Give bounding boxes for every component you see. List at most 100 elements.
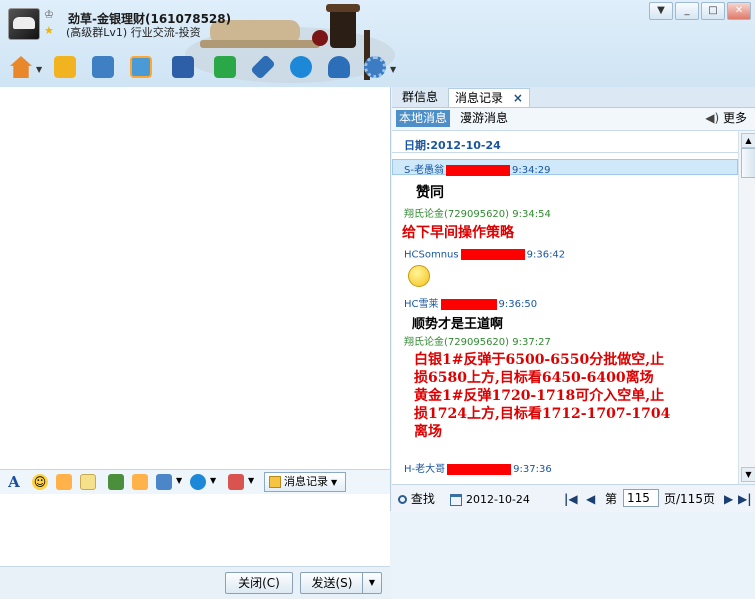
chat-panel: A ☺ ▼ ▼ ▼ 消息记录 ▼ 关闭(C) 发送(S) ▼ <box>0 87 391 599</box>
page-prefix: 第 <box>605 492 618 506</box>
home-icon <box>10 56 32 78</box>
send-button[interactable]: 发送(S) <box>300 572 363 594</box>
chevron-down-icon[interactable]: ▼ <box>248 476 254 485</box>
font-button[interactable]: A <box>6 474 22 490</box>
qzone-share-button[interactable] <box>190 474 206 490</box>
message-input[interactable] <box>0 494 390 566</box>
album-button[interactable] <box>126 52 156 82</box>
redacted-block <box>447 463 512 475</box>
chevron-down-icon: ▼ <box>331 478 338 487</box>
gear-icon <box>364 56 386 78</box>
message-header: 翔氏论金(729095620) 9:34:54 <box>404 205 551 220</box>
search-label: 查找 <box>410 492 435 506</box>
date-picker[interactable]: 2012-10-24 <box>450 491 530 508</box>
message-record-button[interactable]: 消息记录 ▼ <box>264 472 346 492</box>
emoji-button[interactable]: ☺ <box>32 474 48 490</box>
chevron-up-icon: ▲ <box>745 136 752 145</box>
message-header: HC雪莱 9:36:50 <box>404 295 537 310</box>
record-icon <box>269 476 281 488</box>
tab-message-record[interactable]: 消息记录 × <box>448 88 530 107</box>
message-text-line: 黄金1#反弹1720-1718可介入空单,止 <box>414 388 665 404</box>
more-tools-button[interactable] <box>360 52 390 82</box>
date-value: 2012-10-24 <box>466 493 530 506</box>
app-icon <box>172 56 194 78</box>
group-type-icon: ♔ <box>44 8 54 21</box>
window-subtitle: (高级群Lv1) 行业交流-投资 <box>66 26 201 39</box>
block-button[interactable] <box>228 474 244 490</box>
send-bar: 关闭(C) 发送(S) ▼ <box>0 566 390 599</box>
message-header: HCSomnus 9:36:42 <box>404 249 565 261</box>
maximize-button[interactable]: □ <box>701 2 725 20</box>
star-icon: ★ <box>44 24 54 37</box>
message-text: 顺势才是王道啊 <box>412 317 504 332</box>
send-options-button[interactable]: ▼ <box>362 572 382 594</box>
scrollbar[interactable]: ▲ ▼ <box>738 131 755 484</box>
last-page-button[interactable]: ▶| <box>738 491 752 507</box>
screenshot-button[interactable] <box>156 474 172 490</box>
message-sender: 翔氏论金(729095620) <box>404 337 510 348</box>
tab-roaming-messages[interactable]: 漫游消息 <box>460 110 508 127</box>
close-icon[interactable]: × <box>513 91 523 105</box>
close-button[interactable]: 关闭(C) <box>225 572 293 594</box>
side-panel: 群信息 消息记录 × 本地消息 漫游消息 ◀) 更多 日期:2012-10-24… <box>392 87 755 512</box>
chevron-down-icon[interactable]: ▼ <box>390 65 396 74</box>
page-total: 页/115页 <box>664 492 715 506</box>
menu-button[interactable]: ▼ <box>649 2 673 20</box>
scroll-down-button[interactable]: ▼ <box>741 467 755 482</box>
folder-icon <box>54 56 76 78</box>
search-button[interactable]: 查找 <box>398 491 435 507</box>
chevron-down-icon[interactable]: ▼ <box>36 65 42 74</box>
image-button[interactable] <box>108 474 124 490</box>
app-button[interactable] <box>168 52 198 82</box>
notes-icon <box>92 56 114 78</box>
message-sender: S-老愚翁 <box>404 165 444 176</box>
grin-emoji-icon <box>408 265 430 287</box>
more-button[interactable]: ◀) 更多 <box>705 110 747 127</box>
chevron-down-icon: ▼ <box>745 470 752 479</box>
input-toolbar: A ☺ ▼ ▼ ▼ 消息记录 ▼ <box>0 469 390 495</box>
message-text: 给下早间操作策略 <box>402 225 514 241</box>
message-header: H-老大哥 9:37:36 <box>404 460 552 475</box>
message-record-list[interactable]: 日期:2012-10-24 S-老愚翁 9:34:29 赞同 翔氏论金(72909… <box>392 131 738 484</box>
message-time: 9:36:50 <box>498 299 538 310</box>
scroll-up-button[interactable]: ▲ <box>741 133 755 148</box>
chat-history-area[interactable] <box>0 87 390 469</box>
next-page-button[interactable]: ▶ <box>724 491 733 507</box>
first-page-icon: |◀ <box>564 492 578 506</box>
home-button[interactable] <box>6 52 36 82</box>
message-header: 翔氏论金(729095620) 9:37:27 <box>404 333 551 348</box>
group-office-button[interactable] <box>210 52 240 82</box>
redacted-block <box>460 249 525 260</box>
message-sender: HC雪莱 <box>404 299 439 310</box>
tab-group-info[interactable]: 群信息 <box>396 88 444 106</box>
music-button[interactable] <box>132 474 148 490</box>
close-window-button[interactable]: ✕ <box>727 2 751 20</box>
chevron-down-icon[interactable]: ▼ <box>210 476 216 485</box>
vibrate-button[interactable] <box>56 474 72 490</box>
doodle-button[interactable] <box>80 474 96 490</box>
message-text-block: 白银1#反弹于6500-6550分批做空,止 损6580上方,目标看6450-6… <box>414 351 670 441</box>
notes-button[interactable] <box>88 52 118 82</box>
minimize-button[interactable]: _ <box>675 2 699 20</box>
scrollbar-thumb[interactable] <box>741 148 755 178</box>
message-time: 9:34:29 <box>511 165 551 176</box>
qzone-button[interactable] <box>286 52 316 82</box>
first-page-button[interactable]: |◀ <box>564 491 578 507</box>
last-page-icon: ▶| <box>738 492 752 506</box>
prev-page-icon: ◀ <box>586 492 596 506</box>
files-button[interactable] <box>50 52 80 82</box>
message-time: 9:36:42 <box>526 249 566 261</box>
page-number-input[interactable] <box>623 489 659 507</box>
tools-icon <box>250 54 276 80</box>
next-page-icon: ▶ <box>724 492 734 506</box>
group-avatar[interactable] <box>8 8 40 40</box>
message-sender: 翔氏论金(729095620) <box>404 209 510 220</box>
chevron-down-icon[interactable]: ▼ <box>176 476 182 485</box>
tools-button[interactable] <box>248 52 278 82</box>
message-time: 9:37:36 <box>513 464 552 475</box>
date-header: 日期:2012-10-24 <box>392 137 738 153</box>
message-record-label: 消息记录 <box>284 475 328 488</box>
tab-local-messages[interactable]: 本地消息 <box>396 110 451 127</box>
settings-button[interactable] <box>324 52 354 82</box>
prev-page-button[interactable]: ◀ <box>586 491 595 507</box>
